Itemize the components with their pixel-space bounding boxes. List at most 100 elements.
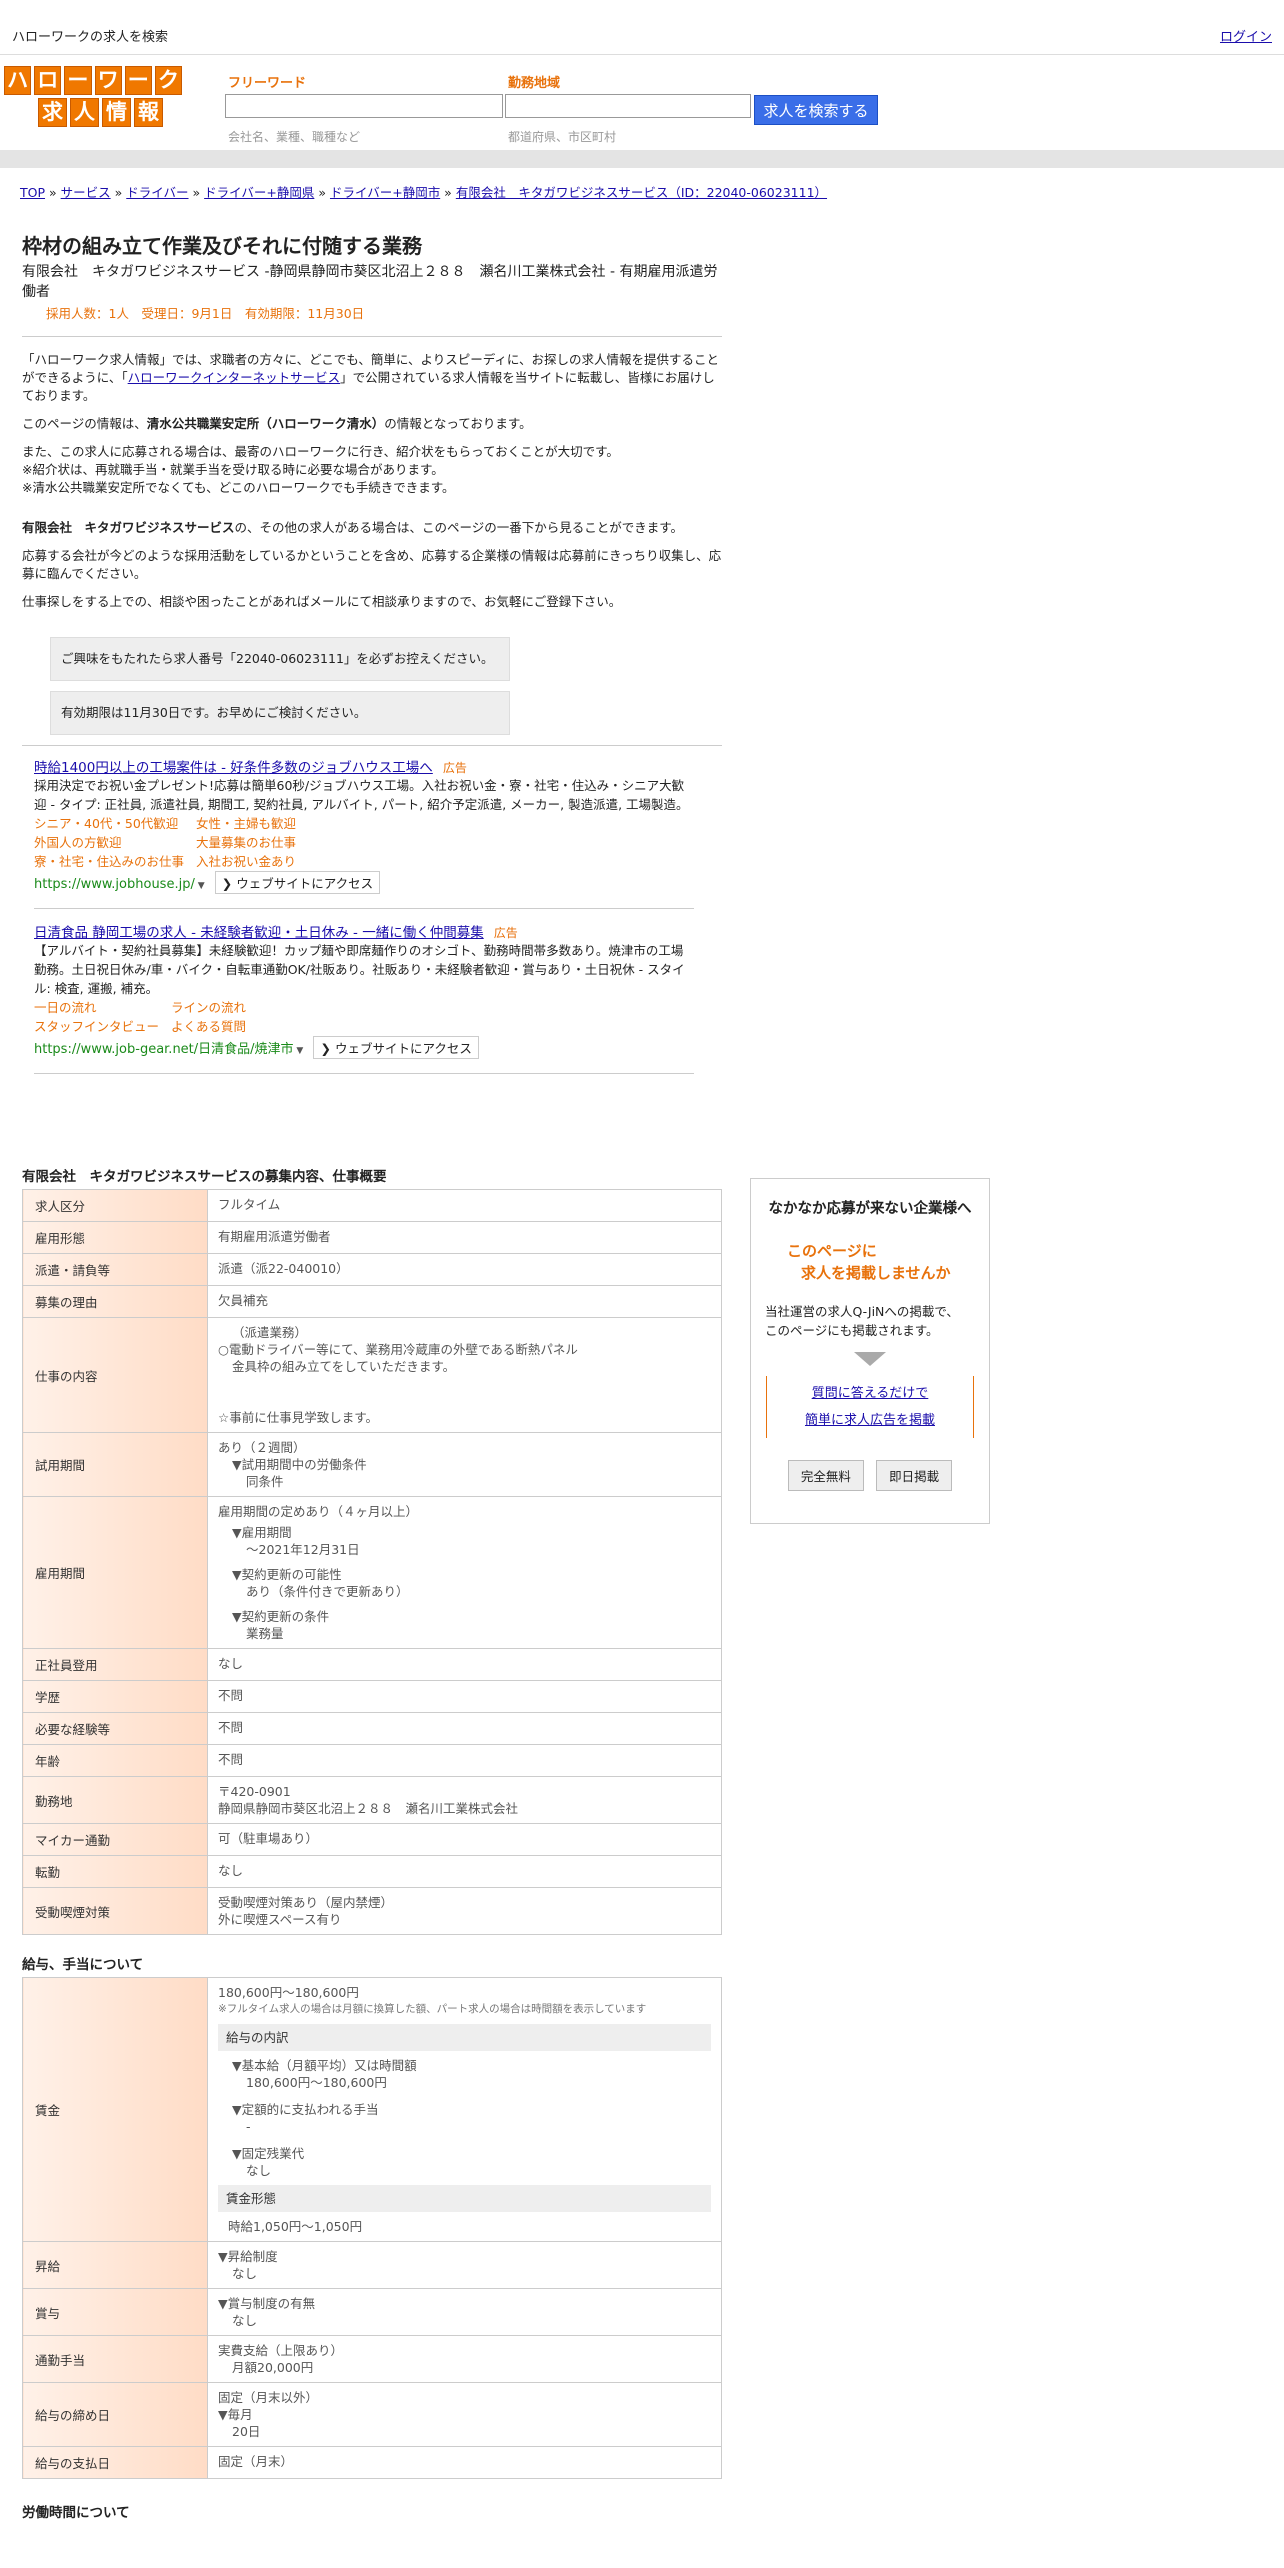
row-value: あり（２週間） ▼試用期間中の労働条件 同条件 xyxy=(207,1432,722,1497)
table-row: マイカー通勤 可（駐車場あり） xyxy=(22,1823,722,1856)
logo-char: ワ xyxy=(94,66,122,95)
hours-section-title: 労働時間について xyxy=(22,2505,130,2521)
promo-buttons: 完全無料 即日掲載 xyxy=(751,1460,989,1491)
ad-url[interactable]: https://www.job-gear.net/日清食品/焼津市 xyxy=(34,1042,294,1057)
row-value: ▼昇給制度 なし xyxy=(207,2241,722,2289)
ad-sitelink[interactable]: 外国人の方歓迎 xyxy=(34,833,184,852)
divider xyxy=(22,745,722,746)
logo-char: ー xyxy=(64,66,92,95)
free-button[interactable]: 完全無料 xyxy=(787,1460,864,1491)
visit-website-button[interactable]: ❯ ウェブサイトにアクセス xyxy=(313,1036,479,1059)
breadcrumb-driver-shizuoka-pref[interactable]: ドライバー+静岡県 xyxy=(204,185,314,200)
row-value: 不問 xyxy=(207,1744,722,1777)
keyword-input[interactable] xyxy=(225,94,503,118)
keyword-label: フリーワード xyxy=(228,76,307,91)
table-row: 給与の支払日 固定（月末） xyxy=(22,2446,722,2479)
promo-heading: なかなか応募が来ない企業様へ xyxy=(768,1201,972,1217)
ad-sitelink[interactable]: 一日の流れ xyxy=(34,998,159,1017)
search-button[interactable]: 求人を検索する xyxy=(754,95,878,125)
row-value: なし xyxy=(207,1648,722,1681)
table-row: 賞与 ▼賞与制度の有無 なし xyxy=(22,2288,722,2336)
table-row: 賃金 180,600円〜180,600円 ※フルタイム求人の場合は月額に換算した… xyxy=(22,1977,722,2242)
table-row: 学歴 不問 xyxy=(22,1680,722,1713)
area-input[interactable] xyxy=(505,94,751,118)
row-header: 転勤 xyxy=(22,1855,208,1888)
detail-section-title: 有限会社 キタガワビジネスサービスの募集内容、仕事概要 xyxy=(22,1169,387,1185)
top-bar: ハローワークの求人を検索 ログイン xyxy=(0,0,1284,55)
breadcrumb-top[interactable]: TOP xyxy=(20,185,45,200)
table-row: 年齢 不問 xyxy=(22,1744,722,1777)
ad-title[interactable]: 時給1400円以上の工場案件は - 好条件多数のジョブハウス工場へ xyxy=(34,760,433,776)
ad-sitelink[interactable]: 寮・社宅・住込みのお仕事 xyxy=(34,852,184,871)
divider xyxy=(34,1073,694,1074)
row-header: 試用期間 xyxy=(22,1432,208,1497)
hellowork-internet-link[interactable]: ハローワークインターネットサービス xyxy=(128,370,341,385)
promo-description: 当社運営の求人Q-JiNへの掲載で、 このページにも掲載されます。 xyxy=(765,1304,959,1338)
login-link[interactable]: ログイン xyxy=(1220,26,1272,45)
ad-sitelink[interactable]: 入社お祝い金あり xyxy=(196,852,296,871)
row-value: フルタイム xyxy=(207,1189,722,1222)
row-value: （派遣業務） ○電動ドライバー等にて、業務用冷蔵庫の外壁である断熱パネル 金具枠… xyxy=(207,1317,722,1433)
ad-title[interactable]: 日清食品 静岡工場の求人 - 未経験者歓迎・土日休み - 一緒に働く仲間募集 xyxy=(34,925,484,941)
ad-badge: 広告 xyxy=(442,761,467,775)
ad-sitelink[interactable]: よくある質問 xyxy=(171,1017,246,1036)
source-paragraph: このページの情報は、清水公共職業安定所（ハローワーク清水）の情報となっております… xyxy=(22,416,532,431)
breakdown-heading: 給与の内訳 xyxy=(218,2024,711,2051)
ad-sitelink[interactable]: シニア・40代・50代歓迎 xyxy=(34,814,184,833)
row-header: 昇給 xyxy=(22,2241,208,2289)
row-value: 可（駐車場あり） xyxy=(207,1823,722,1856)
promo-link-answer[interactable]: 質問に答えるだけで xyxy=(812,1386,929,1401)
table-row: 受動喫煙対策 受動喫煙対策あり（屋内禁煙） 外に喫煙スペース有り xyxy=(22,1887,722,1935)
ad-sitelinks: シニア・40代・50代歓迎 女性・主婦も歓迎 外国人の方歓迎 大量募集のお仕事 … xyxy=(34,814,694,871)
row-header: 年齢 xyxy=(22,1744,208,1777)
same-day-button[interactable]: 即日掲載 xyxy=(876,1460,953,1491)
divider xyxy=(22,336,722,337)
table-row: 雇用形態 有期雇用派遣労働者 xyxy=(22,1221,722,1254)
ad-url[interactable]: https://www.jobhouse.jp/ xyxy=(34,877,195,892)
ad-sitelink[interactable]: ラインの流れ xyxy=(171,998,246,1017)
ad-sitelinks: 一日の流れ ラインの流れ スタッフインタビュー よくある質問 xyxy=(34,998,694,1036)
row-value: 欠員補充 xyxy=(207,1285,722,1318)
ad-sitelink[interactable]: 大量募集のお仕事 xyxy=(196,833,296,852)
intro-paragraph: 「ハローワーク求人情報」では、求職者の方々に、どこでも、簡単に、よりスピーディに… xyxy=(22,352,720,403)
table-row: 必要な経験等 不問 xyxy=(22,1712,722,1745)
hellowork-logo[interactable]: ハ ロ ー ワ ー ク 求 人 情 報 xyxy=(4,66,183,127)
promo-link-post[interactable]: 簡単に求人広告を掲載 xyxy=(805,1413,935,1428)
logo-char: 求 xyxy=(38,98,67,127)
row-header: 雇用形態 xyxy=(22,1221,208,1254)
dropdown-arrow-icon[interactable]: ▼ xyxy=(195,881,205,891)
table-row: 派遣・請負等 派遣（派22-040010） xyxy=(22,1253,722,1286)
row-header: 賃金 xyxy=(22,1977,208,2242)
logo-char: ー xyxy=(124,66,152,95)
ad-jobhouse: 時給1400円以上の工場案件は - 好条件多数のジョブハウス工場へ 広告 採用決定… xyxy=(34,756,694,894)
breadcrumb-service[interactable]: サービス xyxy=(61,185,111,200)
detail-section: 有限会社 キタガワビジネスサービスの募集内容、仕事概要 求人区分 フルタイム 雇用… xyxy=(22,1165,722,2525)
ad-description: 【アルバイト・契約社員募集】未経験歓迎！カップ麺や即席麺作りのオシゴト、勤務時間… xyxy=(34,943,685,996)
breadcrumb-driver-shizuoka-city[interactable]: ドライバー+静岡市 xyxy=(330,185,440,200)
ad-sitelink[interactable]: スタッフインタビュー xyxy=(34,1017,159,1036)
expiry-note: 有効期限は11月30日です。お早めにご検討ください。 xyxy=(50,691,510,735)
row-header: 派遣・請負等 xyxy=(22,1253,208,1286)
research-paragraph: 応募する会社が今どのような採用活動をしているかということを含め、応募する企業様の… xyxy=(22,548,722,581)
row-header: 給与の締め日 xyxy=(22,2382,208,2447)
chevron-right-icon: ❯ xyxy=(320,1041,331,1056)
row-value: 固定（月末以外） ▼毎月 20日 xyxy=(207,2382,722,2447)
row-header: 賞与 xyxy=(22,2288,208,2336)
logo-char: 報 xyxy=(134,98,163,127)
dropdown-arrow-icon[interactable]: ▼ xyxy=(294,1046,303,1056)
logo-char: 情 xyxy=(102,98,131,127)
breadcrumb-company[interactable]: 有限会社 キタガワビジネスサービス（ID：22040-06023111） xyxy=(456,185,827,200)
other-jobs-paragraph: 有限会社 キタガワビジネスサービスの、その他の求人がある場合は、このページの一番… xyxy=(22,520,684,535)
consult-paragraph: 仕事探しをする上での、相談や困ったことがあればメールにて相談承りますので、お気軽… xyxy=(22,594,622,609)
row-header: マイカー通勤 xyxy=(22,1823,208,1856)
row-header: 求人区分 xyxy=(22,1189,208,1222)
logo-char: ロ xyxy=(34,66,62,95)
breadcrumb: TOP » サービス » ドライバー » ドライバー+静岡県 » ドライバー+静… xyxy=(20,185,828,200)
ad-nissin: 日清食品 静岡工場の求人 - 未経験者歓迎・土日休み - 一緒に働く仲間募集 広告… xyxy=(34,921,694,1059)
visit-website-button[interactable]: ❯ ウェブサイトにアクセス xyxy=(214,871,381,894)
breadcrumb-driver[interactable]: ドライバー xyxy=(126,185,188,200)
chevron-right-icon: ❯ xyxy=(221,876,233,891)
keyword-search: フリーワード 会社名、業種、職種など xyxy=(225,72,503,144)
divider-bar xyxy=(0,150,1284,168)
ad-sitelink[interactable]: 女性・主婦も歓迎 xyxy=(196,814,296,833)
